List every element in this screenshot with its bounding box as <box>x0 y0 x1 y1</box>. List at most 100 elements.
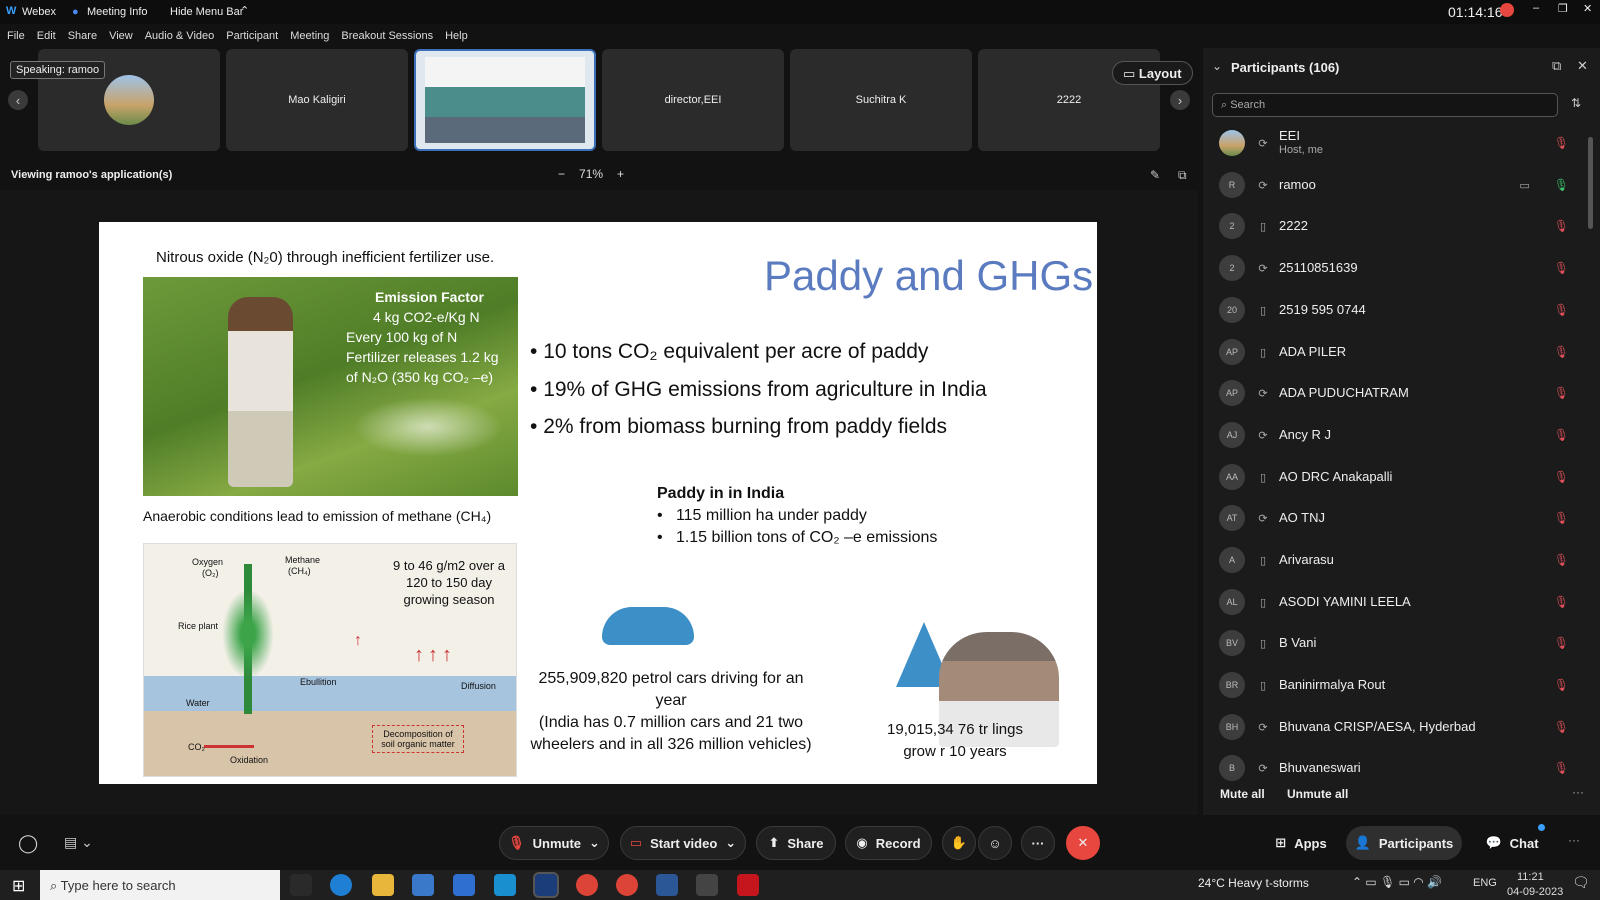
more-options-icon[interactable]: ··· <box>1568 833 1580 847</box>
participant-row[interactable]: AP ⟳ ADA PUDUCHATRAM 🎙 <box>1203 373 1583 413</box>
participants-button[interactable]: 👤 Participants <box>1346 826 1462 860</box>
taskbar-search-input[interactable]: ⌕ Type here to search <box>40 870 280 900</box>
menu-share[interactable]: Share <box>68 30 97 42</box>
sort-icon[interactable]: ⇅ <box>1571 96 1581 110</box>
leave-meeting-button[interactable]: ✕ <box>1066 826 1100 860</box>
mute-all-button[interactable]: Mute all <box>1220 787 1265 801</box>
menu-audio-video[interactable]: Audio & Video <box>145 30 215 42</box>
next-thumbs-button[interactable]: › <box>1170 90 1190 110</box>
windows-start-icon[interactable]: ⊞ <box>12 876 25 896</box>
menu-view[interactable]: View <box>109 30 133 42</box>
participant-row[interactable]: AA ▯ AO DRC Anakapalli 🎙 <box>1203 457 1583 497</box>
clock-time[interactable]: 11:21 <box>1517 871 1544 883</box>
participant-row[interactable]: B ⟳ Bhuvaneswari 🎙 <box>1203 748 1583 788</box>
chrome-icon[interactable] <box>576 874 598 896</box>
menu-help[interactable]: Help <box>445 30 468 42</box>
layout-button[interactable]: ▭ Layout <box>1112 61 1193 85</box>
mic-muted-icon[interactable]: 🎙 <box>1554 470 1569 484</box>
chevron-up-icon[interactable]: ⌃ <box>240 4 249 17</box>
participant-row[interactable]: R ⟳ ramoo ▭ 🎙 <box>1203 165 1583 205</box>
record-button[interactable]: ◉ Record <box>845 826 932 860</box>
hide-menu-bar-button[interactable]: Hide Menu Bar <box>170 6 243 18</box>
participant-row[interactable]: 2 ▯ 2222 🎙 <box>1203 206 1583 246</box>
participant-row[interactable]: 20 ▯ 2519 595 0744 🎙 <box>1203 290 1583 330</box>
zoom-out-button[interactable]: − <box>558 167 565 181</box>
share-button[interactable]: ⬆ Share <box>756 826 836 860</box>
minimize-icon[interactable]: – <box>1533 2 1539 14</box>
mic-muted-icon[interactable]: 🎙 <box>1554 345 1569 359</box>
edge-icon[interactable] <box>330 874 352 896</box>
menu-file[interactable]: File <box>7 30 25 42</box>
search-input[interactable]: ⌕ Search <box>1212 93 1558 117</box>
mic-muted-icon[interactable]: 🎙 <box>1554 386 1569 400</box>
annotate-icon[interactable]: ✎ <box>1150 168 1160 182</box>
tray-icons[interactable]: ⌃ ▭ 🎙 ▭ ◠ 🔊 <box>1352 875 1442 889</box>
participant-row[interactable]: AP ▯ ADA PILER 🎙 <box>1203 332 1583 372</box>
notification-icon[interactable]: 🗨 <box>1572 874 1590 891</box>
mic-muted-icon[interactable]: 🎙 <box>1554 428 1569 442</box>
close-panel-icon[interactable]: ✕ <box>1577 58 1588 74</box>
app-l-icon[interactable] <box>494 874 516 896</box>
prev-thumbs-button[interactable]: ‹ <box>8 90 28 110</box>
chat-button[interactable]: 💬 Chat <box>1476 826 1548 860</box>
unmute-button[interactable]: 🎙 Unmute ⌄ <box>499 826 609 860</box>
language-indicator[interactable]: ENG <box>1473 877 1497 889</box>
captions-icon[interactable]: ▤ ⌄ <box>64 834 93 851</box>
mic-muted-icon[interactable]: 🎙 <box>1554 303 1569 317</box>
video-tile-director[interactable]: director,EEI <box>602 49 784 151</box>
mic-muted-icon[interactable]: 🎙 <box>1554 720 1569 734</box>
popout-share-icon[interactable]: ⧉ <box>1178 168 1187 183</box>
unmute-all-button[interactable]: Unmute all <box>1287 787 1348 801</box>
close-icon[interactable]: ✕ <box>1583 2 1592 15</box>
store-icon[interactable] <box>412 874 434 896</box>
menu-meeting[interactable]: Meeting <box>290 30 329 42</box>
chevron-down-icon[interactable]: ⌄ <box>1212 59 1222 73</box>
video-tile-suchitra[interactable]: Suchitra K <box>790 49 972 151</box>
settings-icon[interactable] <box>696 874 718 896</box>
participant-row[interactable]: BH ⟳ Bhuvana CRISP/AESA, Hyderbad 🎙 <box>1203 707 1583 747</box>
mic-muted-icon[interactable]: 🎙 <box>1554 761 1569 775</box>
clock-date[interactable]: 04-09-2023 <box>1507 886 1563 898</box>
participant-row[interactable]: AT ⟳ AO TNJ 🎙 <box>1203 498 1583 538</box>
start-video-button[interactable]: ▭ Start video ⌄ <box>620 826 746 860</box>
apps-button[interactable]: ⊞ Apps <box>1262 826 1340 860</box>
participant-row[interactable]: 2 ⟳ 25110851639 🎙 <box>1203 248 1583 288</box>
mic-muted-icon[interactable]: 🎙 <box>1554 678 1569 692</box>
menu-participant[interactable]: Participant <box>226 30 278 42</box>
participant-row[interactable]: AJ ⟳ Ancy R J 🎙 <box>1203 415 1583 455</box>
mic-muted-icon[interactable]: 🎙 <box>1554 219 1569 233</box>
mic-muted-icon[interactable]: 🎙 <box>1554 553 1569 567</box>
more-button[interactable]: ··· <box>1021 826 1055 860</box>
participant-row[interactable]: BR ▯ Baninirmalya Rout 🎙 <box>1203 665 1583 705</box>
activity-icon[interactable]: ◯ <box>18 833 38 854</box>
video-tile-mao[interactable]: Mao Kaligiri <box>226 49 408 151</box>
participant-row[interactable]: BV ▯ B Vani 🎙 <box>1203 623 1583 663</box>
file-explorer-icon[interactable] <box>372 874 394 896</box>
mic-muted-icon[interactable]: 🎙 <box>1554 595 1569 609</box>
mic-muted-icon[interactable]: 🎙 <box>1554 261 1569 275</box>
mic-muted-icon[interactable]: 🎙 <box>1554 136 1569 150</box>
acrobat-icon[interactable] <box>737 874 759 896</box>
mic-muted-icon[interactable]: 🎙 <box>1554 511 1569 525</box>
video-tile-active[interactable] <box>414 49 596 151</box>
maximize-icon[interactable]: ❐ <box>1558 2 1568 15</box>
webex-taskbar-icon[interactable] <box>533 872 559 898</box>
task-view-icon[interactable] <box>290 874 312 896</box>
panel-scrollbar[interactable] <box>1588 137 1593 229</box>
mail-icon[interactable] <box>453 874 475 896</box>
more-options-icon[interactable]: ··· <box>1572 785 1584 799</box>
raise-hand-button[interactable]: ✋ <box>942 826 976 860</box>
meeting-info-button[interactable]: Meeting Info <box>87 6 148 18</box>
participant-row[interactable]: ⟳ EEI Host, me 🎙 <box>1203 123 1583 163</box>
zoom-in-button[interactable]: + <box>617 167 624 181</box>
mic-muted-icon[interactable]: 🎙 <box>1554 636 1569 650</box>
participant-row[interactable]: AL ▯ ASODI YAMINI LEELA 🎙 <box>1203 582 1583 622</box>
weather-widget[interactable]: 24°C Heavy t-storms <box>1198 876 1309 890</box>
chrome-profile-icon[interactable] <box>616 874 638 896</box>
participant-row[interactable]: A ▯ Arivarasu 🎙 <box>1203 540 1583 580</box>
menu-edit[interactable]: Edit <box>37 30 56 42</box>
reactions-button[interactable]: ☺ <box>978 826 1012 860</box>
menu-breakout[interactable]: Breakout Sessions <box>341 30 433 42</box>
popout-icon[interactable]: ⧉ <box>1552 58 1561 74</box>
mic-active-icon[interactable]: 🎙 <box>1554 178 1569 192</box>
